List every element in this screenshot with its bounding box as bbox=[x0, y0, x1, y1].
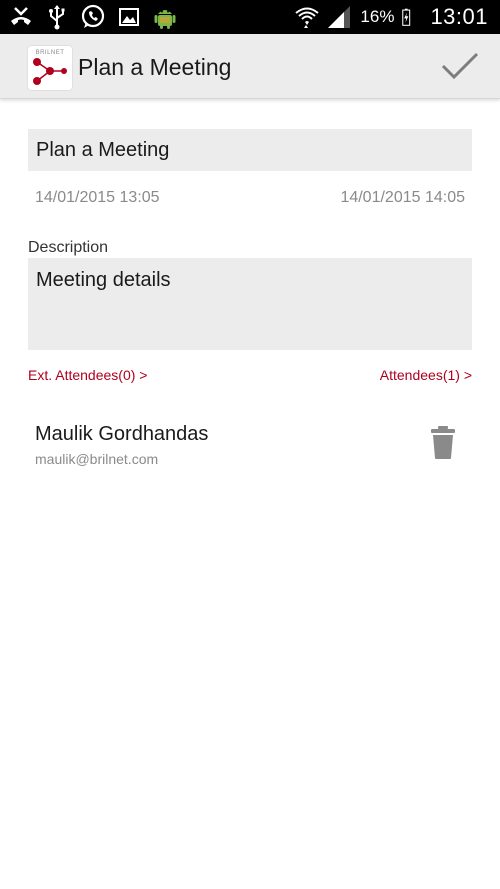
description-input[interactable]: Meeting details bbox=[28, 258, 472, 350]
battery-icon bbox=[402, 8, 411, 26]
notification-icons bbox=[8, 4, 178, 30]
clock: 13:01 bbox=[430, 4, 488, 29]
status-bar: 16% 13:01 bbox=[0, 0, 500, 34]
image-icon bbox=[119, 8, 139, 26]
end-datetime[interactable]: 14/01/2015 14:05 bbox=[340, 189, 465, 207]
brilnet-logo-icon[interactable]: BRILNET bbox=[28, 46, 72, 90]
missed-call-icon bbox=[11, 7, 31, 25]
android-icon bbox=[154, 10, 176, 29]
usb-icon bbox=[49, 5, 65, 30]
start-datetime[interactable]: 14/01/2015 13:05 bbox=[35, 189, 160, 207]
system-status: 16% 13:01 bbox=[294, 0, 488, 34]
signal-icon bbox=[328, 6, 351, 28]
list-item: Maulik Gordhandas maulik@brilnet.com bbox=[0, 410, 500, 480]
trash-icon[interactable] bbox=[428, 424, 458, 460]
attendee-email: maulik@brilnet.com bbox=[35, 451, 159, 467]
page-title: Plan a Meeting bbox=[78, 54, 232, 80]
description-label: Description bbox=[28, 239, 109, 256]
ext-attendees-link[interactable]: Ext. Attendees(0) > bbox=[28, 367, 147, 383]
wifi-icon bbox=[295, 7, 320, 28]
attendees-link[interactable]: Attendees(1) > bbox=[380, 367, 472, 383]
attendee-name: Maulik Gordhandas bbox=[35, 423, 209, 445]
action-bar: BRILNET Plan a Meeting bbox=[0, 34, 500, 99]
svg-text:BRILNET: BRILNET bbox=[36, 50, 65, 56]
battery-percentage: 16% bbox=[360, 7, 395, 26]
check-icon[interactable] bbox=[440, 48, 480, 84]
meeting-title-input[interactable] bbox=[28, 129, 472, 171]
whatsapp-icon bbox=[81, 4, 105, 28]
